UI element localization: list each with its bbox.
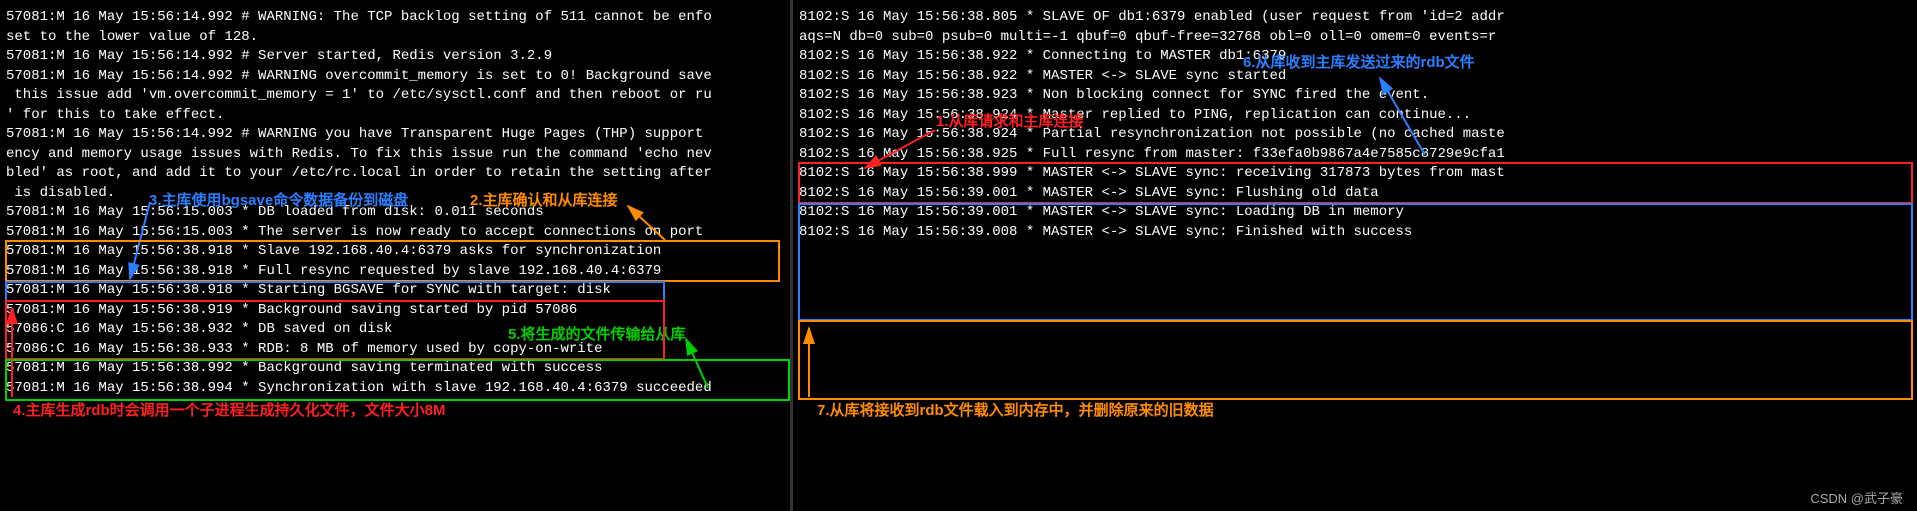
annotation-6: 6.从库收到主库发送过来的rdb文件 bbox=[1243, 51, 1475, 72]
term-line: 8102:S 16 May 15:56:39.001 * MASTER <-> … bbox=[799, 184, 1911, 204]
term-line: 57081:M 16 May 15:56:14.992 # WARNING ov… bbox=[6, 67, 784, 87]
term-line: aqs=N db=0 sub=0 psub=0 multi=-1 qbuf=0 … bbox=[799, 28, 1911, 48]
term-line: 57081:M 16 May 15:56:14.992 # WARNING yo… bbox=[6, 125, 784, 145]
term-line: 8102:S 16 May 15:56:38.925 * Full resync… bbox=[799, 145, 1911, 165]
term-line: 57081:M 16 May 15:56:38.994 * Synchroniz… bbox=[6, 379, 784, 399]
term-line: 57081:M 16 May 15:56:38.919 * Background… bbox=[6, 301, 784, 321]
term-line: 57081:M 16 May 15:56:14.992 # Server sta… bbox=[6, 47, 784, 67]
annotation-5: 5.将生成的文件传输给从库 bbox=[508, 323, 686, 344]
annotation-7: 7.从库将接收到rdb文件载入到内存中，并删除原来的旧数据 bbox=[817, 399, 1214, 420]
term-line: 8102:S 16 May 15:56:39.008 * MASTER <-> … bbox=[799, 223, 1911, 243]
annotation-1: 1.从库请求和主库连接 bbox=[936, 110, 1084, 131]
term-line: ' for this to take effect. bbox=[6, 106, 784, 126]
term-line: set to the lower value of 128. bbox=[6, 28, 784, 48]
right-terminal: 8102:S 16 May 15:56:38.805 * SLAVE OF db… bbox=[793, 0, 1917, 511]
term-line: this issue add 'vm.overcommit_memory = 1… bbox=[6, 86, 784, 106]
annotation-3: 3.主库使用bgsave命令数据备份到磁盘 bbox=[149, 189, 408, 210]
term-line: 57081:M 16 May 15:56:15.003 * The server… bbox=[6, 223, 784, 243]
term-line: 57081:M 16 May 15:56:38.992 * Background… bbox=[6, 359, 784, 379]
annotation-4: 4.主库生成rdb时会调用一个子进程生成持久化文件，文件大小8M bbox=[13, 399, 446, 420]
term-line: 8102:S 16 May 15:56:39.001 * MASTER <-> … bbox=[799, 203, 1911, 223]
term-line: ency and memory usage issues with Redis.… bbox=[6, 145, 784, 165]
term-line: 57081:M 16 May 15:56:38.918 * Full resyn… bbox=[6, 262, 784, 282]
term-line: bled' as root, and add it to your /etc/r… bbox=[6, 164, 784, 184]
term-line: 8102:S 16 May 15:56:38.999 * MASTER <-> … bbox=[799, 164, 1911, 184]
term-line: 57081:M 16 May 15:56:14.992 # WARNING: T… bbox=[6, 8, 784, 28]
annotation-2: 2.主库确认和从库连接 bbox=[470, 189, 618, 210]
watermark: CSDN @武子豪 bbox=[1810, 488, 1903, 507]
term-line: 57081:M 16 May 15:56:38.918 * Starting B… bbox=[6, 281, 784, 301]
term-line: 57081:M 16 May 15:56:38.918 * Slave 192.… bbox=[6, 242, 784, 262]
left-terminal: 57081:M 16 May 15:56:14.992 # WARNING: T… bbox=[0, 0, 790, 511]
term-line: 8102:S 16 May 15:56:38.923 * Non blockin… bbox=[799, 86, 1911, 106]
term-line: 8102:S 16 May 15:56:38.805 * SLAVE OF db… bbox=[799, 8, 1911, 28]
